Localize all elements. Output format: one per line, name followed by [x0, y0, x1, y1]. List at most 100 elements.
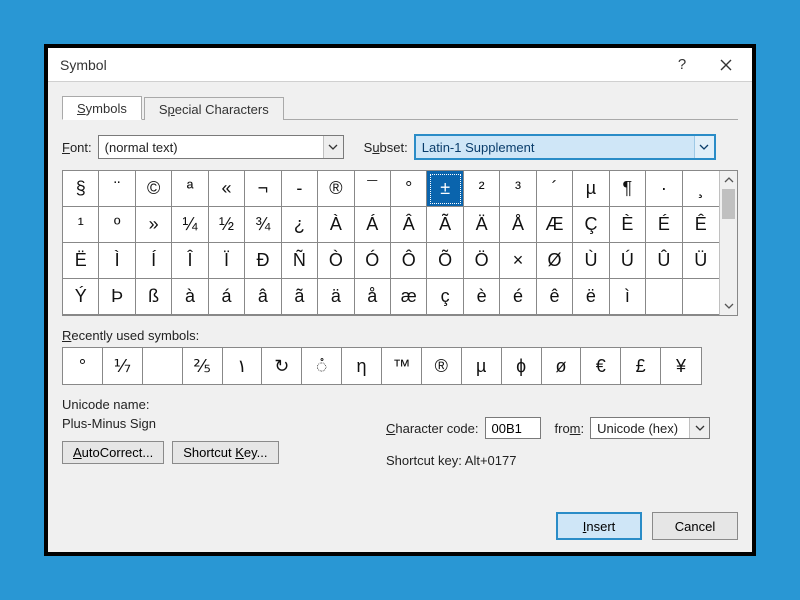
grid-scrollbar[interactable]: [719, 171, 737, 315]
recent-symbol-cell[interactable]: £: [621, 348, 661, 384]
char-code-input[interactable]: [485, 417, 541, 439]
symbol-cell[interactable]: ì: [610, 279, 646, 315]
recent-symbol-cell[interactable]: η: [342, 348, 382, 384]
symbol-cell[interactable]: Â: [391, 207, 427, 243]
recent-symbol-cell[interactable]: °: [63, 348, 103, 384]
symbol-cell[interactable]: ¼: [172, 207, 208, 243]
cancel-button[interactable]: Cancel: [652, 512, 738, 540]
symbol-cell[interactable]: Á: [355, 207, 391, 243]
symbol-cell[interactable]: ä: [318, 279, 354, 315]
scroll-track[interactable]: [720, 189, 737, 297]
symbol-cell[interactable]: È: [610, 207, 646, 243]
recent-symbol-cell[interactable]: µ: [462, 348, 502, 384]
scroll-up-icon[interactable]: [720, 171, 737, 189]
symbol-cell[interactable]: Ì: [99, 243, 135, 279]
symbol-cell[interactable]: Ó: [355, 243, 391, 279]
symbol-cell[interactable]: Ù: [573, 243, 609, 279]
recent-symbol-cell[interactable]: ™: [382, 348, 422, 384]
symbol-cell[interactable]: Þ: [99, 279, 135, 315]
subset-combo[interactable]: Latin-1 Supplement: [414, 134, 716, 160]
help-button[interactable]: ?: [660, 50, 704, 80]
symbol-cell[interactable]: å: [355, 279, 391, 315]
symbol-cell[interactable]: ¬: [245, 171, 281, 207]
shortcut-key-button[interactable]: Shortcut Key...: [172, 441, 278, 464]
symbol-cell[interactable]: Í: [136, 243, 172, 279]
symbol-cell[interactable]: Õ: [427, 243, 463, 279]
symbol-cell[interactable]: Ñ: [282, 243, 318, 279]
symbol-cell[interactable]: ¾: [245, 207, 281, 243]
symbol-cell[interactable]: «: [209, 171, 245, 207]
symbol-cell[interactable]: ë: [573, 279, 609, 315]
symbol-cell[interactable]: Ô: [391, 243, 427, 279]
recent-symbol-cell[interactable]: ံ: [302, 348, 342, 384]
tab-symbols[interactable]: Symbols: [62, 96, 142, 120]
symbol-cell[interactable]: [683, 279, 719, 315]
symbol-cell[interactable]: Ü: [683, 243, 719, 279]
symbol-cell[interactable]: â: [245, 279, 281, 315]
scroll-thumb[interactable]: [722, 189, 735, 219]
symbol-cell[interactable]: Ç: [573, 207, 609, 243]
symbol-cell[interactable]: ã: [282, 279, 318, 315]
symbol-cell[interactable]: °: [391, 171, 427, 207]
recent-symbol-cell[interactable]: ø: [542, 348, 582, 384]
symbol-cell[interactable]: ¯: [355, 171, 391, 207]
symbol-cell[interactable]: à: [172, 279, 208, 315]
symbol-cell[interactable]: Ý: [63, 279, 99, 315]
recent-symbol-cell[interactable]: ١: [223, 348, 263, 384]
symbol-cell[interactable]: ¨: [99, 171, 135, 207]
recent-symbol-cell[interactable]: ¥: [661, 348, 701, 384]
symbol-cell[interactable]: Ú: [610, 243, 646, 279]
symbol-cell[interactable]: [646, 279, 682, 315]
symbol-cell[interactable]: á: [209, 279, 245, 315]
symbol-cell[interactable]: ®: [318, 171, 354, 207]
symbol-cell[interactable]: æ: [391, 279, 427, 315]
symbol-cell[interactable]: º: [99, 207, 135, 243]
symbol-cell[interactable]: ×: [500, 243, 536, 279]
symbol-cell[interactable]: -: [282, 171, 318, 207]
symbol-cell[interactable]: ¹: [63, 207, 99, 243]
symbol-cell[interactable]: ¶: [610, 171, 646, 207]
symbol-cell[interactable]: ½: [209, 207, 245, 243]
recent-symbol-cell[interactable]: ↻: [262, 348, 302, 384]
symbol-cell[interactable]: Ð: [245, 243, 281, 279]
symbol-cell[interactable]: §: [63, 171, 99, 207]
font-combo[interactable]: (normal text): [98, 135, 344, 159]
symbol-cell[interactable]: ¿: [282, 207, 318, 243]
tab-special-characters[interactable]: Special Characters: [144, 97, 284, 120]
symbol-cell[interactable]: ´: [537, 171, 573, 207]
symbol-cell[interactable]: µ: [573, 171, 609, 207]
symbol-cell[interactable]: ³: [500, 171, 536, 207]
symbol-cell[interactable]: Ê: [683, 207, 719, 243]
symbol-cell[interactable]: ©: [136, 171, 172, 207]
symbol-cell[interactable]: ²: [464, 171, 500, 207]
from-combo[interactable]: Unicode (hex): [590, 417, 710, 439]
symbol-cell[interactable]: Ò: [318, 243, 354, 279]
symbol-cell[interactable]: Ø: [537, 243, 573, 279]
symbol-cell[interactable]: ¸: [683, 171, 719, 207]
symbol-cell[interactable]: Ë: [63, 243, 99, 279]
symbol-cell[interactable]: Å: [500, 207, 536, 243]
close-button[interactable]: [704, 50, 748, 80]
symbol-cell[interactable]: ç: [427, 279, 463, 315]
recent-symbol-cell[interactable]: ɸ: [502, 348, 542, 384]
recent-symbol-cell[interactable]: ⅐: [103, 348, 143, 384]
symbol-cell[interactable]: ª: [172, 171, 208, 207]
recent-symbol-cell[interactable]: [143, 348, 183, 384]
symbol-cell[interactable]: Ö: [464, 243, 500, 279]
recent-symbol-cell[interactable]: ®: [422, 348, 462, 384]
symbol-cell[interactable]: ·: [646, 171, 682, 207]
symbol-cell[interactable]: Æ: [537, 207, 573, 243]
recent-symbol-cell[interactable]: €: [581, 348, 621, 384]
symbol-cell[interactable]: Ä: [464, 207, 500, 243]
symbol-cell[interactable]: ß: [136, 279, 172, 315]
autocorrect-button[interactable]: AutoCorrect...: [62, 441, 164, 464]
recent-symbol-cell[interactable]: ⅖: [183, 348, 223, 384]
symbol-cell[interactable]: »: [136, 207, 172, 243]
scroll-down-icon[interactable]: [720, 297, 737, 315]
symbol-cell[interactable]: Î: [172, 243, 208, 279]
symbol-cell[interactable]: è: [464, 279, 500, 315]
symbol-cell[interactable]: É: [646, 207, 682, 243]
symbol-cell[interactable]: ±: [427, 171, 463, 207]
symbol-cell[interactable]: ê: [537, 279, 573, 315]
symbol-cell[interactable]: é: [500, 279, 536, 315]
